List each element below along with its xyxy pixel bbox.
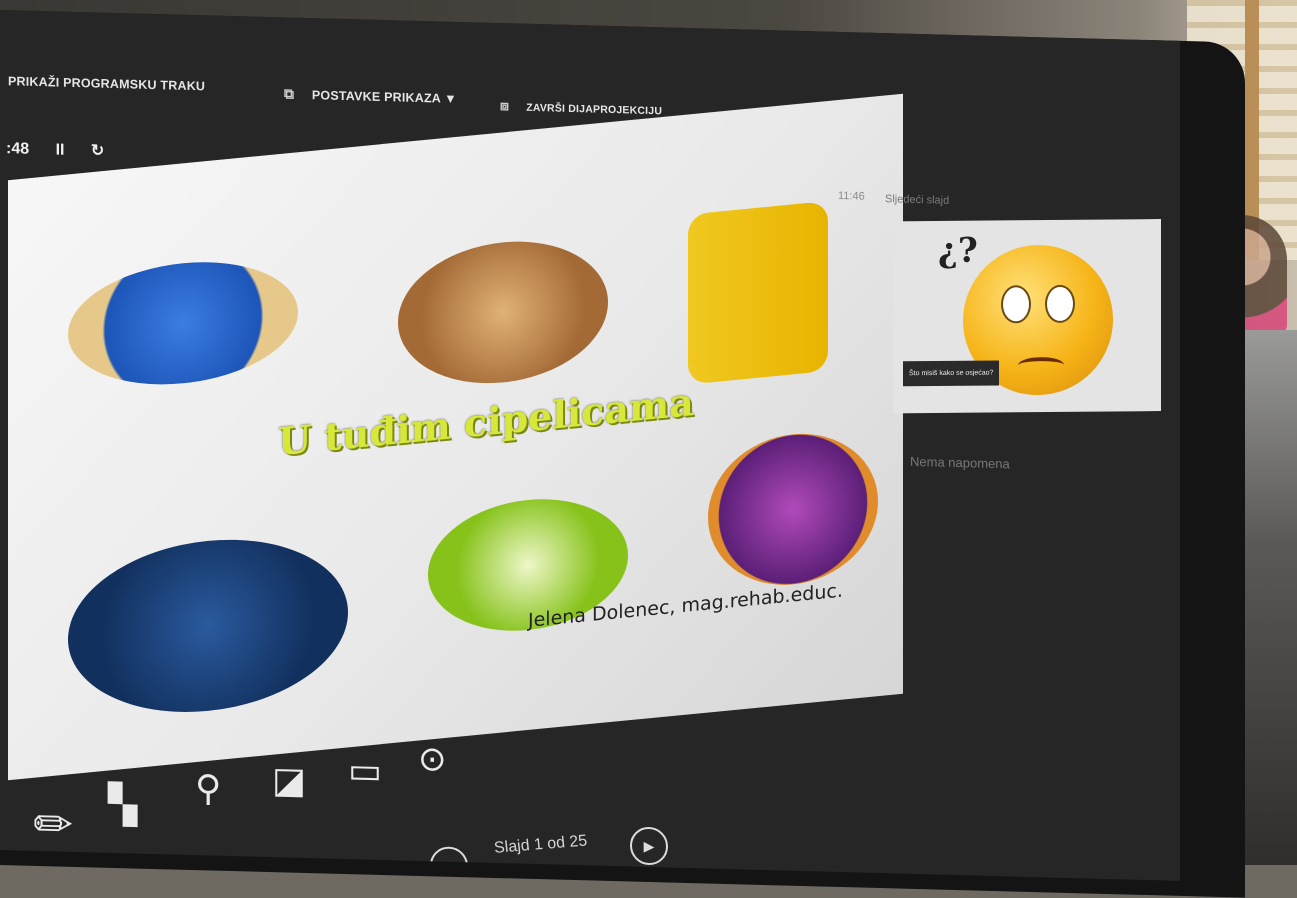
more-options-icon[interactable]: ⊙	[418, 740, 447, 779]
show-taskbar-label: PRIKAŽI PROGRAMSKU TRAKU	[8, 74, 206, 94]
subtitles-icon[interactable]: ▭	[348, 749, 382, 791]
question-marks: ¿?	[938, 230, 978, 271]
pen-icon[interactable]: ✎	[21, 792, 85, 856]
all-slides-icon[interactable]: ▚	[108, 784, 137, 827]
reset-icon[interactable]: ↻	[91, 142, 104, 159]
clock: 11:46	[838, 189, 865, 203]
end-slideshow-icon: ⧈	[500, 97, 510, 114]
laptop-bezel: PRIKAŽI PROGRAMSKU TRAKU ⧉ POSTAVKE PRIK…	[0, 10, 1245, 898]
bottom-toolbar: ✎ ▚ ⚲ ◪ ▭ ⊙	[20, 736, 720, 874]
display-settings-button[interactable]: ⧉ POSTAVKE PRIKAZA ▼	[284, 85, 457, 107]
current-slide[interactable]: U tuđim cipelicama Jelena Dolenec, mag.r…	[8, 93, 903, 781]
purple-slippers	[708, 426, 878, 593]
emoji-right-eye	[1045, 284, 1075, 324]
next-slide-preview[interactable]: ¿? Što misiš kako se osjećao?	[893, 219, 1161, 414]
presenter-view: PRIKAŽI PROGRAMSKU TRAKU ⧉ POSTAVKE PRIK…	[0, 10, 1180, 881]
emoji-mouth	[1018, 356, 1064, 374]
black-screen-icon[interactable]: ◪	[272, 759, 306, 801]
slide-title: U tuđim cipelicama	[278, 378, 694, 465]
end-slideshow-label: ZAVRŠI DIJAPROJEKCIJU	[526, 101, 663, 118]
speaker-notes: Nema napomena	[910, 453, 1010, 472]
preview-caption: Što misiš kako se osjećao?	[903, 360, 1000, 387]
next-icon[interactable]: ▶	[630, 826, 668, 866]
emoji-left-eye	[1001, 285, 1031, 324]
next-slide-label: Sljedeći slajd	[885, 193, 950, 207]
navy-slides	[68, 527, 348, 725]
yellow-boots	[688, 200, 828, 385]
elapsed-time: :48	[6, 140, 30, 158]
zoom-icon[interactable]: ⚲	[195, 767, 221, 809]
dog-slippers	[398, 232, 608, 393]
display-settings-icon: ⧉	[284, 85, 295, 102]
blue-star-slippers	[68, 252, 298, 395]
end-slideshow-button[interactable]: ⧈ ZAVRŠI DIJAPROJEKCIJU	[500, 97, 662, 118]
pause-icon[interactable]: II	[56, 141, 65, 158]
timer-controls: :48 II ↻	[6, 138, 126, 161]
show-taskbar-button[interactable]: PRIKAŽI PROGRAMSKU TRAKU	[8, 74, 205, 93]
display-settings-label: POSTAVKE PRIKAZA ▼	[311, 88, 457, 106]
